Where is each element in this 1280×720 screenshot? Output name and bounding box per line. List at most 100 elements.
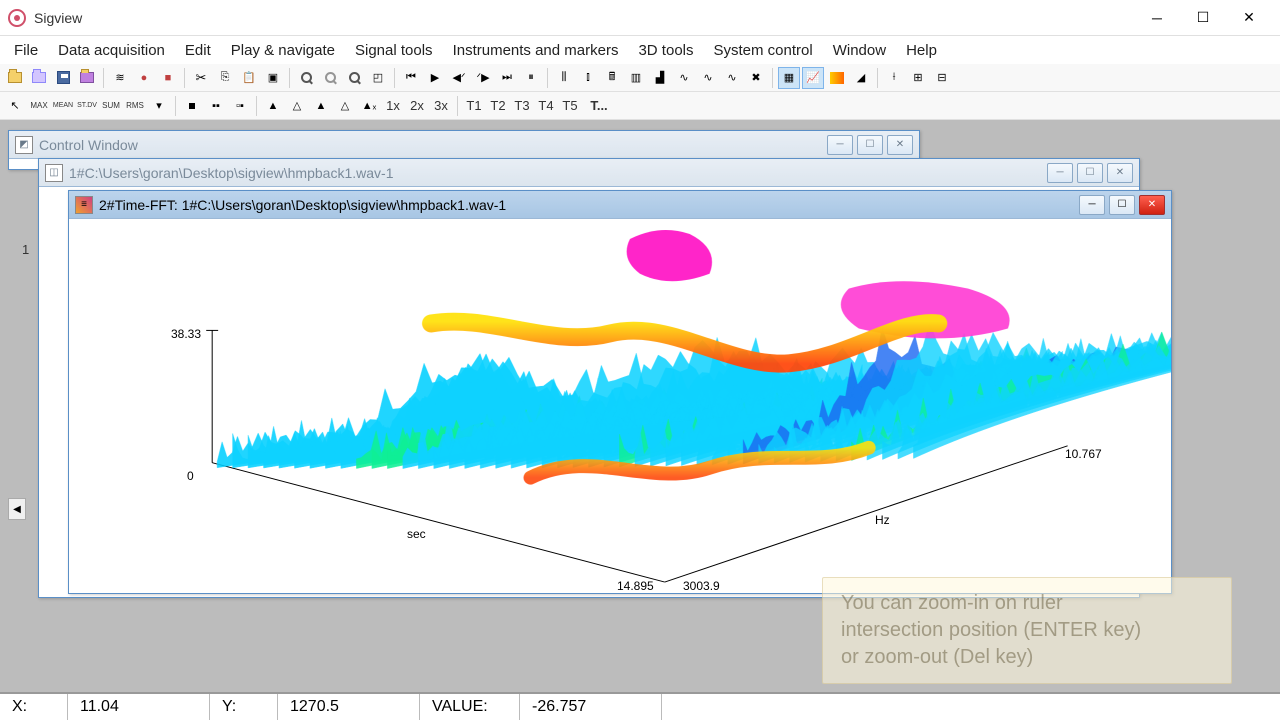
control-window-titlebar[interactable]: ◩ Control Window ─ ☐ ✕ — [9, 131, 919, 159]
stat-max-button[interactable]: MAX — [28, 95, 50, 117]
stat-more-button[interactable]: ▾ — [148, 95, 170, 117]
status-x-value: 11.04 — [68, 694, 210, 720]
wave-b-button[interactable]: ∿ — [697, 67, 719, 89]
side-expand-tab[interactable]: ◀ — [8, 498, 26, 520]
grid-dots-button[interactable]: ⊞ — [907, 67, 929, 89]
menu-3d-tools[interactable]: 3D tools — [628, 38, 703, 63]
trigger-t2-button[interactable]: T2 — [487, 95, 509, 117]
signal-window-controls: ─ ☐ ✕ — [1047, 163, 1133, 183]
view-surface-button[interactable]: ◢ — [850, 67, 872, 89]
wave-a-button[interactable]: ∿ — [673, 67, 695, 89]
zoom-out-button[interactable] — [319, 67, 341, 89]
menu-play-navigate[interactable]: Play & navigate — [221, 38, 345, 63]
zoom-sel-button[interactable]: ◰ — [367, 67, 389, 89]
fft-window[interactable]: ≡ 2#Time-FFT: 1#C:\Users\goran\Desktop\s… — [68, 190, 1172, 594]
peak-dotted-button[interactable]: △ — [286, 95, 308, 117]
fft-window-titlebar[interactable]: ≡ 2#Time-FFT: 1#C:\Users\goran\Desktop\s… — [69, 191, 1171, 219]
calc-button[interactable]: 🖩 — [601, 67, 623, 89]
close-button[interactable]: ✕ — [1139, 195, 1165, 215]
spectrum-button[interactable]: ⫾ — [577, 67, 599, 89]
t4-label: T4 — [536, 98, 555, 113]
open-button[interactable] — [4, 67, 26, 89]
view-chart-button[interactable]: 📈 — [802, 67, 824, 89]
minimize-button[interactable]: ─ — [827, 135, 853, 155]
marker-1-button[interactable] — [181, 95, 203, 117]
trigger-t3-button[interactable]: T3 — [511, 95, 533, 117]
maximize-button[interactable]: ☐ — [1077, 163, 1103, 183]
peak-fill-button[interactable]: ▲ — [310, 95, 332, 117]
skip-start-button[interactable]: ⏮ — [400, 67, 422, 89]
menu-help[interactable]: Help — [896, 38, 947, 63]
open-daq-button[interactable] — [28, 67, 50, 89]
trigger-t1-button[interactable]: T1 — [463, 95, 485, 117]
step-fwd-button[interactable]: ᐟ▶ — [472, 67, 494, 89]
play-button[interactable]: ▶ — [424, 67, 446, 89]
zoom-in-icon — [301, 72, 312, 83]
speed-3x-button[interactable]: 3x — [430, 95, 452, 117]
menu-data-acquisition[interactable]: Data acquisition — [48, 38, 175, 63]
zoom-all-button[interactable] — [343, 67, 365, 89]
grid-expand-button[interactable]: ⊟ — [931, 67, 953, 89]
export-button[interactable] — [76, 67, 98, 89]
stat-sum-button[interactable]: SUM — [100, 95, 122, 117]
cursor-tool-button[interactable]: ↖ — [4, 95, 26, 117]
square-icon — [189, 103, 195, 109]
sum-label: SUM — [100, 101, 122, 110]
signal-gen-button[interactable]: ≋ — [109, 67, 131, 89]
minimize-button[interactable]: ─ — [1134, 3, 1180, 33]
signal-window-titlebar[interactable]: ◫ 1#C:\Users\goran\Desktop\sigview\hmpba… — [39, 159, 1139, 187]
settings-button[interactable]: ✖ — [745, 67, 767, 89]
marker-2-button[interactable]: ▪▪ — [205, 95, 227, 117]
menu-instruments-markers[interactable]: Instruments and markers — [443, 38, 629, 63]
trigger-t5-button[interactable]: T5 — [559, 95, 581, 117]
menu-system-control[interactable]: System control — [704, 38, 823, 63]
stat-rms-button[interactable]: RMS — [124, 95, 146, 117]
rms-label: RMS — [124, 101, 146, 110]
minimize-button[interactable]: ─ — [1047, 163, 1073, 183]
close-button[interactable]: ✕ — [1226, 3, 1272, 33]
speed-1x-button[interactable]: 1x — [382, 95, 404, 117]
maximize-button[interactable]: ☐ — [1109, 195, 1135, 215]
view-3d-button[interactable] — [826, 67, 848, 89]
wave-c-button[interactable]: ∿ — [721, 67, 743, 89]
save-button[interactable] — [52, 67, 74, 89]
marker-3-button[interactable]: ▫▪ — [229, 95, 251, 117]
step-back-button[interactable]: ◀ᐟ — [448, 67, 470, 89]
fft-button[interactable]: ⫼ — [553, 67, 575, 89]
skip-end-button[interactable]: ⏭ — [496, 67, 518, 89]
close-button[interactable]: ✕ — [887, 135, 913, 155]
stat-mean-button[interactable]: MEAN — [52, 95, 74, 117]
menu-edit[interactable]: Edit — [175, 38, 221, 63]
select-marker-button[interactable]: ▣ — [262, 67, 284, 89]
cut-button[interactable]: ✂ — [190, 67, 212, 89]
control-window-icon: ◩ — [15, 136, 33, 154]
menu-window[interactable]: Window — [823, 38, 896, 63]
peak-up-button[interactable]: ▲ — [262, 95, 284, 117]
view-grid-button[interactable]: ▦ — [778, 67, 800, 89]
peak-outline-button[interactable]: △ — [334, 95, 356, 117]
menu-file[interactable]: File — [4, 38, 48, 63]
fft-plot-area[interactable]: 38.33 0 sec Hz 14.895 3003.9 10.767 — [69, 219, 1171, 593]
zoom-in-button[interactable] — [295, 67, 317, 89]
bars-button[interactable]: ▥ — [625, 67, 647, 89]
stat-stdev-button[interactable]: ST.DV — [76, 95, 98, 117]
paste-button[interactable]: 📋 — [238, 67, 260, 89]
close-button[interactable]: ✕ — [1107, 163, 1133, 183]
speed-2x-button[interactable]: 2x — [406, 95, 428, 117]
stop-rec-button[interactable]: ■ — [157, 67, 179, 89]
trigger-more-button[interactable]: T... — [583, 95, 615, 117]
histogram-button[interactable]: ▟ — [649, 67, 671, 89]
trigger-t4-button[interactable]: T4 — [535, 95, 557, 117]
maximize-button[interactable]: ☐ — [1180, 3, 1226, 33]
record-button[interactable]: ● — [133, 67, 155, 89]
minimize-button[interactable]: ─ — [1079, 195, 1105, 215]
peak-cross-button[interactable]: ▲ₓ — [358, 95, 380, 117]
tmore-label: T... — [588, 98, 609, 113]
copy-button[interactable]: ⎘ — [214, 67, 236, 89]
maximize-button[interactable]: ☐ — [857, 135, 883, 155]
ruler-button[interactable]: ⟊ — [883, 67, 905, 89]
pause-button[interactable]: ⏸ — [520, 67, 542, 89]
tooltip-line: intersection position (ENTER key) — [841, 617, 1213, 644]
y-axis-label: Hz — [875, 513, 890, 527]
menu-signal-tools[interactable]: Signal tools — [345, 38, 443, 63]
